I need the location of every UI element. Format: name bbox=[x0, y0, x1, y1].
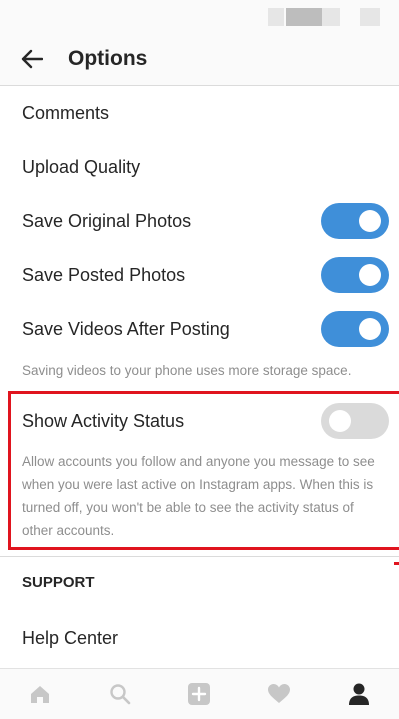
status-bar-block bbox=[360, 8, 380, 26]
options-header: Options bbox=[0, 32, 399, 86]
show-activity-status-row: Show Activity Status bbox=[0, 394, 399, 448]
save-original-photos-row: Save Original Photos bbox=[0, 194, 399, 248]
show-activity-status-toggle[interactable] bbox=[321, 403, 389, 439]
toggle-knob bbox=[359, 264, 381, 286]
save-posted-photos-toggle[interactable] bbox=[321, 257, 389, 293]
upload-quality-row[interactable]: Upload Quality bbox=[0, 140, 399, 194]
upload-quality-label: Upload Quality bbox=[22, 156, 141, 177]
heart-icon bbox=[268, 684, 291, 703]
comments-label: Comments bbox=[22, 102, 110, 123]
toggle-knob bbox=[359, 210, 381, 232]
bottom-tab-bar bbox=[0, 668, 399, 719]
status-bar-block bbox=[322, 8, 340, 26]
save-videos-label: Save Videos After Posting bbox=[22, 318, 230, 339]
save-posted-photos-label: Save Posted Photos bbox=[22, 264, 186, 285]
help-center-row[interactable]: Help Center bbox=[0, 611, 399, 665]
home-tab[interactable] bbox=[20, 674, 60, 714]
save-videos-row: Save Videos After Posting bbox=[0, 302, 399, 356]
toggle-knob bbox=[359, 318, 381, 340]
help-center-label: Help Center bbox=[22, 627, 119, 648]
toggle-knob bbox=[329, 410, 351, 432]
search-tab[interactable] bbox=[100, 674, 140, 714]
home-icon bbox=[30, 686, 49, 703]
save-videos-toggle[interactable] bbox=[321, 311, 389, 347]
save-original-photos-label: Save Original Photos bbox=[22, 210, 192, 231]
page-title: Options bbox=[68, 46, 148, 70]
videos-hint-text: Saving videos to your phone uses more st… bbox=[22, 363, 352, 378]
highlight-mark bbox=[394, 562, 399, 565]
back-button[interactable] bbox=[12, 39, 52, 79]
activity-status-hint-text: Allow accounts you follow and anyone you… bbox=[22, 454, 375, 538]
comments-row[interactable]: Comments bbox=[0, 86, 399, 140]
support-section-title: SUPPORT bbox=[22, 574, 95, 591]
save-posted-photos-row: Save Posted Photos bbox=[0, 248, 399, 302]
status-bar-block bbox=[268, 8, 284, 26]
profile-icon bbox=[349, 683, 370, 705]
save-original-photos-toggle[interactable] bbox=[321, 203, 389, 239]
section-divider bbox=[0, 556, 399, 557]
search-icon bbox=[109, 684, 130, 705]
show-activity-status-label: Show Activity Status bbox=[22, 410, 185, 431]
status-bar-block bbox=[286, 8, 322, 26]
arrow-left-icon bbox=[21, 49, 43, 68]
profile-tab[interactable] bbox=[339, 674, 379, 714]
add-post-tab[interactable] bbox=[179, 674, 219, 714]
status-bar bbox=[0, 0, 399, 32]
add-post-icon bbox=[188, 683, 211, 705]
activity-tab[interactable] bbox=[259, 674, 299, 714]
